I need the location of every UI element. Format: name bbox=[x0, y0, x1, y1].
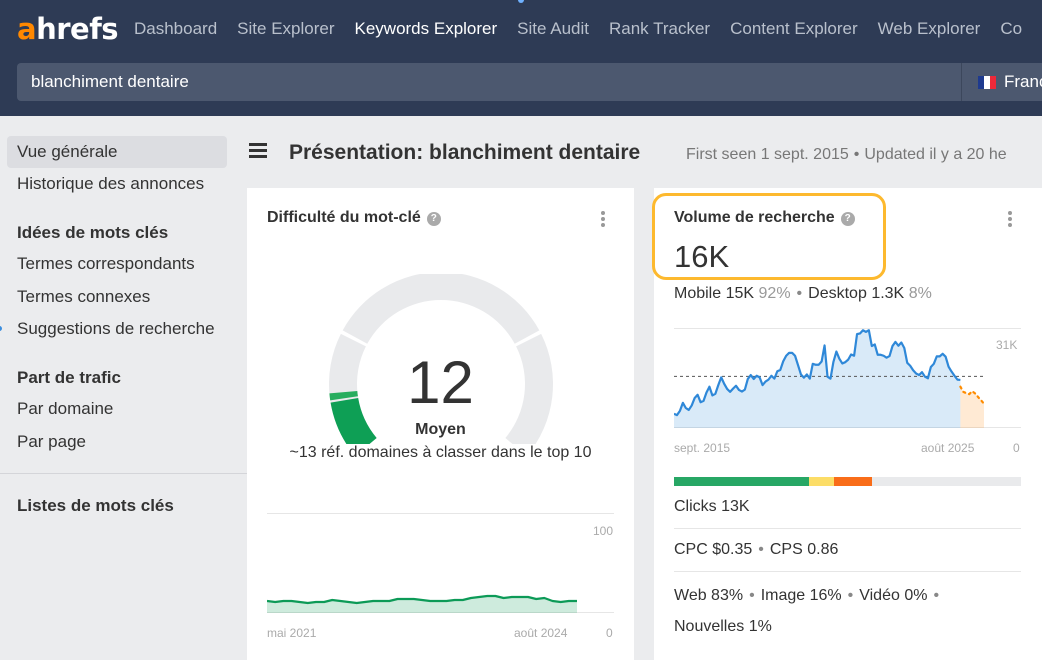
country-selector[interactable]: Franc bbox=[961, 63, 1042, 101]
volume-x-end-label: août 2025 bbox=[921, 441, 975, 455]
sidebar-item-by-domain[interactable]: Par domaine bbox=[7, 393, 227, 425]
volume-y-min-label: 0 bbox=[1013, 441, 1020, 455]
cps-value: CPS 0.86 bbox=[769, 541, 839, 558]
sidebar-item-related-terms[interactable]: Termes connexes bbox=[7, 281, 227, 313]
notification-dot bbox=[518, 0, 524, 3]
serp-news: Nouvelles 1% bbox=[674, 618, 772, 635]
device-split: Mobile 15K 92% • Desktop 1.3K 8% bbox=[674, 285, 932, 302]
divider bbox=[674, 528, 1021, 529]
clicks-segment-no-click bbox=[871, 477, 1021, 486]
nav-web-explorer[interactable]: Web Explorer bbox=[878, 19, 981, 39]
sidebar-heading-traffic-share: Part de trafic bbox=[17, 368, 121, 387]
menu-toggle-icon[interactable] bbox=[249, 143, 267, 159]
kd-level: Moyen bbox=[415, 421, 466, 438]
kd-description: ~13 réf. domaines à classer dans le top … bbox=[289, 444, 592, 461]
page-meta: First seen 1 sept. 2015 • Updated il y a 2… bbox=[686, 146, 1007, 164]
nav-content-explorer[interactable]: Content Explorer bbox=[730, 19, 858, 39]
kd-more-options-icon[interactable] bbox=[600, 211, 606, 229]
clicks-value: Clicks 13K bbox=[674, 498, 750, 515]
france-flag-icon bbox=[978, 75, 996, 89]
mobile-volume: 15K bbox=[725, 285, 755, 302]
sidebar-item-keyword-lists[interactable]: Listes de mots clés bbox=[17, 496, 174, 516]
search-volume-value: 16K bbox=[674, 239, 730, 274]
sidebar-item-overview[interactable]: Vue générale bbox=[7, 136, 227, 168]
help-icon[interactable]: ? bbox=[426, 212, 441, 226]
kd-y-max-label: 100 bbox=[593, 524, 614, 538]
serp-image: Image 16% bbox=[760, 587, 842, 604]
keyword-search-bar: Franc bbox=[17, 63, 1042, 101]
keyword-difficulty-card: Difficulté du mot-clé? 12 Moyen ~13 réf.… bbox=[247, 188, 634, 660]
nav-site-audit[interactable]: Site Audit bbox=[517, 19, 589, 39]
volume-y-max-label: 31K bbox=[996, 338, 1018, 352]
chart-area bbox=[674, 330, 961, 428]
volume-history-chart bbox=[674, 328, 1021, 428]
page-title: Présentation: blanchiment dentaire bbox=[289, 141, 641, 164]
desktop-percent: 8% bbox=[908, 285, 932, 302]
clicks-segment-organic bbox=[674, 477, 810, 486]
gauge-segment bbox=[342, 274, 540, 344]
keyword-search-input[interactable] bbox=[17, 63, 961, 101]
serp-web: Web 83% bbox=[674, 587, 744, 604]
search-volume-card: Volume de recherche? 16K Mobile 15K 92% •… bbox=[652, 188, 1042, 660]
clicks-segment-other bbox=[833, 477, 872, 486]
top-navigation-bar: ahrefs Dashboard Site Explorer Keywords … bbox=[0, 0, 1042, 116]
kd-history-chart bbox=[267, 513, 614, 613]
volume-card-title: Volume de recherche? bbox=[674, 209, 855, 227]
nav-site-explorer[interactable]: Site Explorer bbox=[237, 19, 334, 39]
sidebar-item-by-page[interactable]: Par page bbox=[7, 426, 227, 458]
serp-features-row: Web 83% • Image 16% • Vidéo 0% • bbox=[674, 587, 940, 604]
updated-time: Updated il y a 20 he bbox=[864, 146, 1007, 163]
sidebar-divider bbox=[0, 473, 247, 474]
divider bbox=[674, 571, 1021, 572]
first-seen-date: First seen 1 sept. 2015 bbox=[686, 146, 849, 163]
kd-score: 12 bbox=[407, 349, 474, 416]
new-indicator-dot bbox=[0, 326, 2, 331]
cpc-value: CPC $0.35 bbox=[674, 541, 753, 558]
volume-more-options-icon[interactable] bbox=[1007, 211, 1013, 229]
desktop-volume: 1.3K bbox=[871, 285, 905, 302]
kd-x-end-label: août 2024 bbox=[514, 626, 568, 640]
clicks-segment-paid bbox=[809, 477, 834, 486]
ahrefs-logo[interactable]: ahrefs bbox=[17, 12, 119, 46]
volume-x-start-label: sept. 2015 bbox=[674, 441, 731, 455]
nav-rank-tracker[interactable]: Rank Tracker bbox=[609, 19, 710, 39]
sidebar-item-ads-history[interactable]: Historique des annonces bbox=[7, 168, 227, 200]
separator-dot: • bbox=[853, 146, 860, 163]
country-label: Franc bbox=[1004, 72, 1042, 91]
clicks-distribution-bar bbox=[674, 477, 1021, 486]
kd-y-min-label: 0 bbox=[606, 626, 613, 640]
cpc-cps-row: CPC $0.35 • CPS 0.86 bbox=[674, 541, 839, 558]
main-nav: Dashboard Site Explorer Keywords Explore… bbox=[134, 19, 1042, 39]
nav-competitive-analysis[interactable]: Co bbox=[1000, 19, 1022, 39]
sidebar: Vue générale Historique des annonces Idé… bbox=[0, 116, 247, 660]
sidebar-item-matching-terms[interactable]: Termes correspondants bbox=[7, 248, 227, 280]
nav-keywords-explorer[interactable]: Keywords Explorer bbox=[355, 19, 498, 39]
sidebar-heading-keyword-ideas: Idées de mots clés bbox=[17, 223, 169, 242]
serp-video: Vidéo 0% bbox=[859, 587, 928, 604]
sidebar-item-search-suggestions[interactable]: Suggestions de recherche bbox=[7, 313, 227, 345]
help-icon[interactable]: ? bbox=[840, 212, 855, 226]
nav-dashboard[interactable]: Dashboard bbox=[134, 19, 217, 39]
kd-x-start-label: mai 2021 bbox=[267, 626, 317, 640]
mobile-percent: 92% bbox=[758, 285, 791, 302]
kd-card-title: Difficulté du mot-clé? bbox=[267, 209, 441, 227]
